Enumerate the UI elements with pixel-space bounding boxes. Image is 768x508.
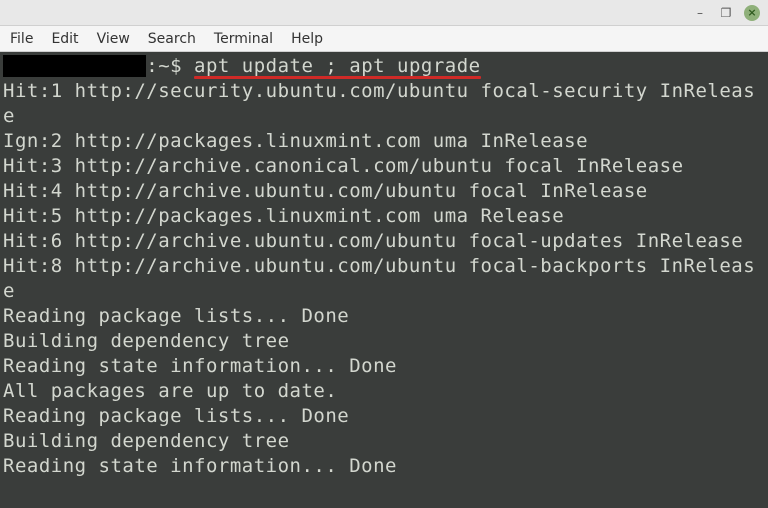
output-line: Building dependency tree: [3, 330, 290, 352]
minimize-icon[interactable]: –: [692, 5, 708, 21]
command-highlight-underline: [194, 76, 481, 79]
output-line: Hit:8 http://archive.ubuntu.com/ubuntu f…: [3, 255, 755, 302]
maximize-icon[interactable]: ❐: [718, 5, 734, 21]
output-line: Hit:1 http://security.ubuntu.com/ubuntu …: [3, 80, 755, 127]
menu-help[interactable]: Help: [291, 31, 323, 47]
menu-file[interactable]: File: [10, 31, 33, 47]
prompt-delimiter: :~$: [146, 55, 194, 77]
output-line: Reading state information... Done: [3, 455, 397, 477]
output-line: All packages are up to date.: [3, 380, 337, 402]
prompt: :~$ apt update ; apt upgrade: [3, 55, 481, 77]
close-icon[interactable]: ×: [744, 5, 760, 21]
output-line: Building dependency tree: [3, 430, 290, 452]
output-line: Ign:2 http://packages.linuxmint.com uma …: [3, 130, 588, 152]
menu-search[interactable]: Search: [148, 31, 196, 47]
output-line: Hit:5 http://packages.linuxmint.com uma …: [3, 205, 564, 227]
menu-edit[interactable]: Edit: [51, 31, 78, 47]
output-line: Reading state information... Done: [3, 355, 397, 377]
output-line: Reading package lists... Done: [3, 405, 349, 427]
prompt-user-host: [3, 55, 146, 77]
output-line: Hit:3 http://archive.canonical.com/ubunt…: [3, 155, 684, 177]
output-line: Hit:4 http://archive.ubuntu.com/ubuntu f…: [3, 180, 648, 202]
command-entered: apt update ; apt upgrade: [194, 55, 481, 77]
output-line: Hit:6 http://archive.ubuntu.com/ubuntu f…: [3, 230, 743, 252]
output-line: Reading package lists... Done: [3, 305, 349, 327]
menubar: File Edit View Search Terminal Help: [0, 26, 768, 52]
terminal-output[interactable]: :~$ apt update ; apt upgrade Hit:1 http:…: [0, 52, 768, 508]
menu-terminal[interactable]: Terminal: [214, 31, 273, 47]
command-text: apt update ; apt upgrade: [194, 55, 481, 77]
menu-view[interactable]: View: [97, 31, 130, 47]
window-titlebar: – ❐ ×: [0, 0, 768, 26]
